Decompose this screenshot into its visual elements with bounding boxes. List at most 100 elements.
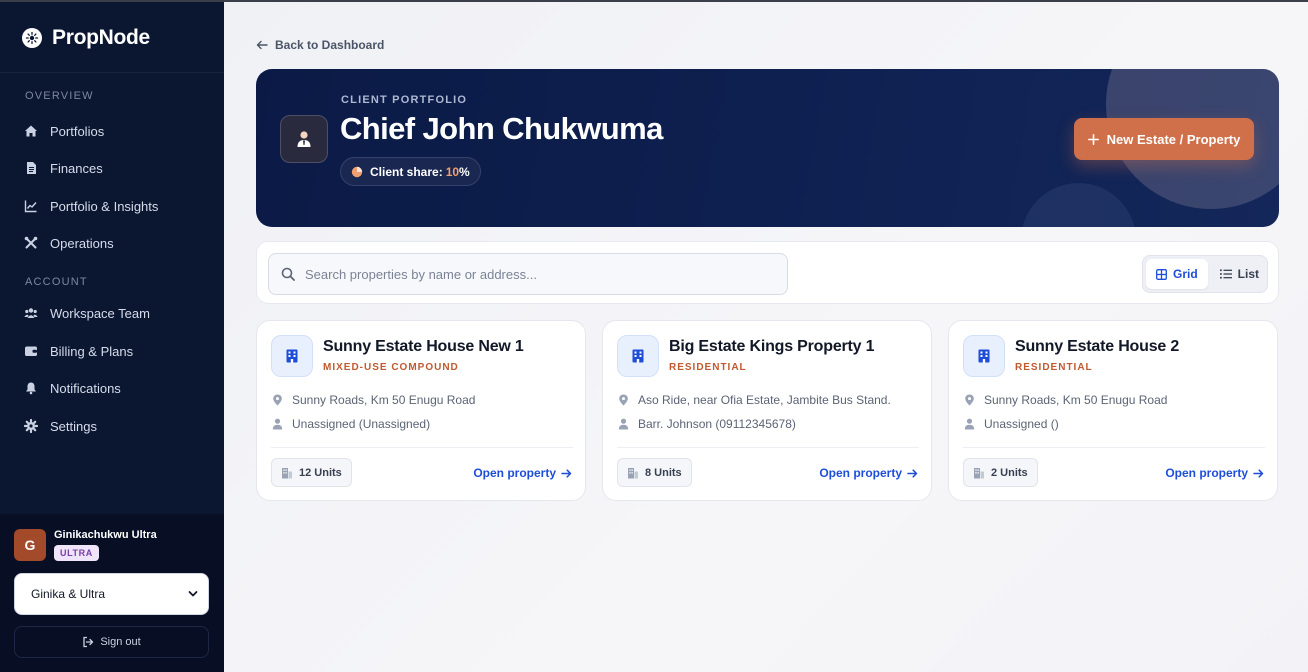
chart-line-icon [24, 200, 37, 213]
page-title: Chief John Chukwuma [340, 111, 663, 146]
decorative-circle [1021, 183, 1136, 227]
sidebar-item-label: Portfolios [50, 123, 105, 139]
sidebar-item-finances[interactable]: Finances [24, 158, 103, 178]
sidebar-item-portfolios[interactable]: Portfolios [24, 121, 104, 141]
sidebar-item-insights[interactable]: Portfolio & Insights [24, 196, 158, 216]
pie-chart-icon [351, 166, 363, 177]
gear-flower-icon [22, 28, 42, 48]
sidebar-item-workspace-team[interactable]: Workspace Team [24, 303, 150, 323]
search-icon [281, 267, 295, 281]
brand-divider [0, 72, 224, 73]
property-manager: Barr. Johnson (09112345678) [618, 417, 796, 431]
list-view-label: List [1237, 267, 1260, 281]
card-divider [617, 447, 919, 448]
open-property-label: Open property [473, 466, 556, 480]
grid-icon [1156, 268, 1167, 280]
sign-out-button[interactable]: Sign out [14, 626, 209, 658]
arrow-right-icon [907, 468, 918, 478]
sidebar-item-label: Settings [50, 418, 97, 434]
users-icon [24, 308, 38, 318]
user-name: Ginikachukwu Ultra [54, 529, 157, 541]
property-grid: Sunny Estate House New 1 MIXED-USE COMPO… [256, 320, 1279, 502]
sidebar-item-operations[interactable]: Operations [24, 233, 114, 253]
building-icon [271, 335, 313, 377]
card-divider [963, 447, 1265, 448]
property-card[interactable]: Big Estate Kings Property 1 RESIDENTIAL … [602, 320, 932, 501]
grid-view-label: Grid [1173, 267, 1198, 281]
sidebar-item-label: Portfolio & Insights [50, 198, 159, 214]
view-toggle: Grid List [1142, 255, 1268, 293]
new-estate-button[interactable]: New Estate / Property [1074, 118, 1254, 160]
user-icon [618, 418, 629, 430]
document-icon [27, 162, 36, 174]
back-to-dashboard-link[interactable]: Back to Dashboard [256, 38, 384, 52]
buildings-icon [974, 467, 984, 478]
card-divider [271, 447, 573, 448]
sidebar-item-label: Operations [50, 235, 114, 251]
sidebar-item-label: Notifications [50, 380, 121, 396]
units-badge: 12 Units [271, 458, 352, 487]
user-icon [272, 418, 283, 430]
sidebar-item-label: Workspace Team [50, 305, 150, 321]
open-property-link[interactable]: Open property [819, 466, 918, 480]
open-property-label: Open property [1165, 466, 1248, 480]
units-badge: 8 Units [617, 458, 692, 487]
client-share-value: 10 [445, 164, 460, 179]
sidebar-item-label: Billing & Plans [50, 343, 134, 359]
arrow-left-icon [256, 40, 268, 50]
main-content: Back to Dashboard CLIENT PORTFOLIO Chief… [224, 0, 1308, 672]
building-icon [963, 335, 1005, 377]
property-type: RESIDENTIAL [669, 362, 747, 373]
hero-eyebrow: CLIENT PORTFOLIO [341, 94, 468, 106]
workspace-select[interactable]: Ginika & Ultra [14, 573, 209, 615]
property-card[interactable]: Sunny Estate House 2 RESIDENTIAL Sunny R… [948, 320, 1278, 501]
sidebar-item-label: Finances [50, 160, 103, 176]
brand-name: PropNode [52, 26, 150, 49]
property-card[interactable]: Sunny Estate House New 1 MIXED-USE COMPO… [256, 320, 586, 501]
location-pin-icon [965, 394, 974, 406]
chevron-down-icon [188, 591, 198, 597]
buildings-icon [628, 467, 638, 478]
sidebar: PropNode OVERVIEW Portfolios Finances Po… [0, 0, 224, 672]
plan-badge: ULTRA [54, 545, 99, 561]
property-manager-text: Unassigned (Unassigned) [292, 417, 431, 431]
property-manager: Unassigned () [964, 417, 1059, 431]
property-name: Big Estate Kings Property 1 [669, 338, 875, 355]
search-input[interactable] [305, 266, 765, 282]
brand[interactable]: PropNode [22, 26, 150, 50]
property-name: Sunny Estate House New 1 [323, 338, 524, 355]
units-count: 12 Units [299, 466, 342, 479]
open-property-label: Open property [819, 466, 902, 480]
user-panel: G Ginikachukwu Ultra ULTRA Ginika & Ultr… [0, 514, 224, 672]
units-count: 2 Units [991, 466, 1028, 479]
property-address: Aso Ride, near Ofia Estate, Jambite Bus … [618, 393, 891, 407]
arrow-right-icon [561, 468, 572, 478]
client-share-badge: Client share: 10% [340, 157, 481, 186]
sidebar-item-settings[interactable]: Settings [24, 416, 97, 436]
open-property-link[interactable]: Open property [1165, 466, 1264, 480]
open-property-link[interactable]: Open property [473, 466, 572, 480]
property-manager-text: Unassigned () [984, 417, 1059, 431]
property-address: Sunny Roads, Km 50 Enugu Road [964, 393, 1167, 407]
section-label-account: ACCOUNT [25, 276, 88, 288]
client-share-label: Client share: [370, 164, 443, 179]
sidebar-item-notifications[interactable]: Notifications [24, 378, 121, 398]
new-estate-label: New Estate / Property [1106, 131, 1241, 147]
back-link-label: Back to Dashboard [275, 38, 385, 52]
avatar[interactable]: G [14, 529, 46, 561]
sign-out-icon [83, 636, 94, 648]
building-icon [617, 335, 659, 377]
property-address-text: Sunny Roads, Km 50 Enugu Road [984, 393, 1168, 407]
property-manager: Unassigned (Unassigned) [272, 417, 430, 431]
window-top-border [0, 0, 1308, 2]
property-manager-text: Barr. Johnson (09112345678) [638, 417, 796, 431]
property-address-text: Aso Ride, near Ofia Estate, Jambite Bus … [638, 393, 891, 407]
workspace-select-value: Ginika & Ultra [31, 587, 106, 601]
grid-view-button[interactable]: Grid [1146, 259, 1208, 289]
home-icon [25, 125, 37, 137]
client-share-unit: % [459, 164, 470, 179]
search-box[interactable] [268, 253, 788, 295]
list-view-button[interactable]: List [1210, 259, 1269, 289]
sidebar-item-billing[interactable]: Billing & Plans [24, 341, 133, 361]
units-badge: 2 Units [963, 458, 1038, 487]
